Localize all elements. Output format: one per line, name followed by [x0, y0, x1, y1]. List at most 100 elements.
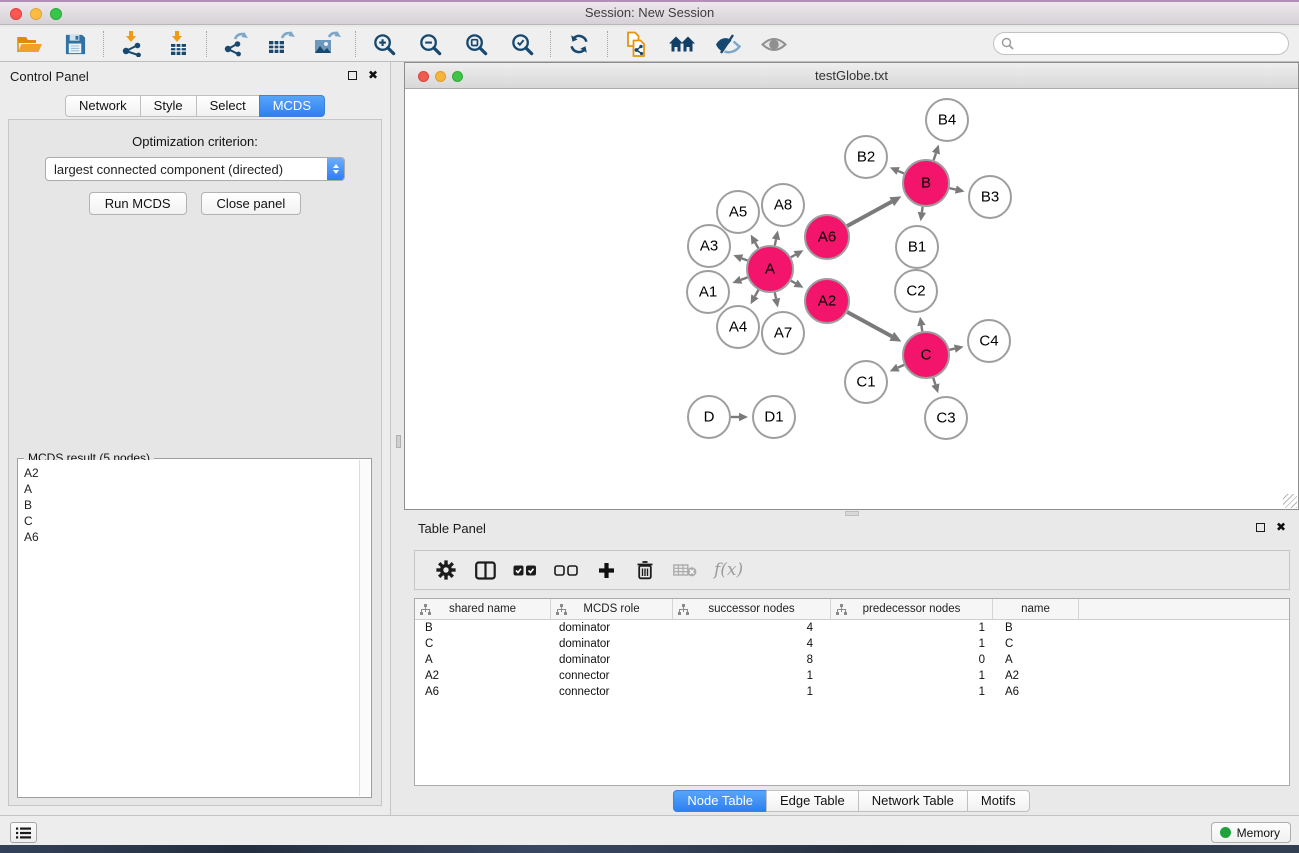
edge-B-B2[interactable] — [898, 171, 904, 174]
edge-C-C1[interactable] — [898, 365, 904, 368]
run-mcds-button[interactable]: Run MCDS — [89, 192, 187, 215]
table-cell[interactable]: connector — [551, 668, 673, 684]
edge-B-B4[interactable] — [934, 153, 936, 160]
vertical-splitter-handle[interactable] — [396, 435, 401, 448]
edge-A-A3[interactable] — [742, 258, 748, 260]
import-network-from-file-icon[interactable] — [117, 30, 147, 58]
table-cell[interactable]: 1 — [831, 684, 993, 700]
settings-icon[interactable] — [435, 557, 457, 583]
table-cell[interactable]: 1 — [831, 668, 993, 684]
zoom-window-button[interactable] — [50, 8, 62, 20]
tab-mcds[interactable]: MCDS — [259, 95, 325, 117]
table-row[interactable]: A2connector11A2 — [415, 668, 1289, 684]
table-row[interactable]: Cdominator41C — [415, 636, 1289, 652]
close-window-button[interactable] — [10, 8, 22, 20]
select-all-icon[interactable] — [513, 557, 537, 583]
table-cell[interactable]: 8 — [673, 652, 831, 668]
table-cell[interactable]: A — [993, 652, 1079, 668]
tab-node-table[interactable]: Node Table — [673, 790, 767, 812]
table-cell[interactable]: A2 — [993, 668, 1079, 684]
table-cell[interactable]: 1 — [673, 668, 831, 684]
edge-A-A1[interactable] — [741, 277, 748, 279]
table-cell[interactable]: A6 — [415, 684, 551, 700]
home-icon[interactable] — [667, 30, 697, 58]
edge-A-A8[interactable] — [775, 239, 776, 245]
tab-network-table[interactable]: Network Table — [858, 790, 968, 812]
table-cell[interactable]: A — [415, 652, 551, 668]
zoom-out-icon[interactable] — [415, 30, 445, 58]
float-table-panel-icon[interactable] — [1256, 523, 1265, 532]
edge-C-C2[interactable] — [921, 326, 922, 332]
table-cell[interactable]: A6 — [993, 684, 1079, 700]
tab-style[interactable]: Style — [140, 95, 197, 117]
table-row[interactable]: Bdominator41B — [415, 620, 1289, 636]
table-cell[interactable]: B — [415, 620, 551, 636]
close-table-panel-icon[interactable]: ✖ — [1276, 522, 1286, 532]
table-cell[interactable]: 4 — [673, 636, 831, 652]
minimize-view-button[interactable] — [435, 71, 446, 82]
column-header-predecessor-nodes[interactable]: predecessor nodes — [831, 599, 993, 619]
edge-A-A7[interactable] — [775, 293, 776, 299]
network-canvas[interactable]: AA1A2A3A4A5A6A7A8BB1B2B3B4CC1C2C3C4DD1 — [405, 89, 1298, 509]
result-list-item[interactable]: A — [24, 481, 358, 497]
edge-A6-B[interactable] — [847, 202, 892, 226]
export-network-icon[interactable] — [220, 30, 250, 58]
deselect-all-icon[interactable] — [554, 557, 578, 583]
close-view-button[interactable] — [418, 71, 429, 82]
table-row[interactable]: Adominator80A — [415, 652, 1289, 668]
show-panels-list-button[interactable] — [10, 822, 37, 843]
edge-A-A6[interactable] — [791, 255, 796, 258]
table-cell[interactable]: 1 — [831, 636, 993, 652]
save-session-icon[interactable] — [60, 30, 90, 58]
result-list-item[interactable]: B — [24, 497, 358, 513]
network-window-titlebar[interactable]: testGlobe.txt — [405, 63, 1298, 89]
table-cell[interactable]: C — [415, 636, 551, 652]
table-cell[interactable]: 0 — [831, 652, 993, 668]
minimize-window-button[interactable] — [30, 8, 42, 20]
edge-A-A4[interactable] — [755, 290, 758, 296]
column-header-name[interactable]: name — [993, 599, 1079, 619]
tab-network[interactable]: Network — [65, 95, 141, 117]
memory-button[interactable]: Memory — [1211, 822, 1291, 843]
search-box[interactable] — [993, 32, 1289, 55]
edge-A2-C[interactable] — [847, 312, 892, 336]
export-image-icon[interactable] — [312, 30, 342, 58]
close-panel-icon[interactable]: ✖ — [368, 70, 378, 80]
import-table-from-file-icon[interactable] — [163, 30, 193, 58]
result-list-item[interactable]: A6 — [24, 529, 358, 545]
hide-graphics-details-icon[interactable] — [713, 30, 743, 58]
table-cell[interactable]: 1 — [831, 620, 993, 636]
criterion-dropdown[interactable]: largest connected component (directed) — [45, 157, 345, 181]
resize-grip[interactable] — [1283, 494, 1297, 508]
edge-C-C3[interactable] — [933, 378, 935, 385]
tab-motifs[interactable]: Motifs — [967, 790, 1030, 812]
edge-A-A5[interactable] — [755, 243, 758, 249]
maximize-view-button[interactable] — [452, 71, 463, 82]
tab-select[interactable]: Select — [196, 95, 260, 117]
table-cell[interactable]: dominator — [551, 636, 673, 652]
columns-icon[interactable] — [474, 557, 496, 583]
result-scrollbar[interactable] — [359, 460, 370, 796]
table-cell[interactable]: A2 — [415, 668, 551, 684]
column-header-shared-name[interactable]: shared name — [415, 599, 551, 619]
edge-A-A2[interactable] — [791, 281, 796, 284]
table-cell[interactable]: C — [993, 636, 1079, 652]
table-cell[interactable]: dominator — [551, 652, 673, 668]
search-input[interactable] — [1014, 37, 1288, 51]
new-session-from-network-icon[interactable] — [621, 30, 651, 58]
edge-B-B3[interactable] — [949, 188, 955, 189]
delete-columns-icon[interactable] — [634, 557, 656, 583]
create-column-icon[interactable] — [595, 557, 617, 583]
open-session-icon[interactable] — [14, 30, 44, 58]
result-list-item[interactable]: A2 — [24, 465, 358, 481]
refresh-icon[interactable] — [564, 30, 594, 58]
edge-C-C4[interactable] — [949, 349, 954, 350]
zoom-selected-icon[interactable] — [507, 30, 537, 58]
export-table-icon[interactable] — [266, 30, 296, 58]
result-list-item[interactable]: C — [24, 513, 358, 529]
close-panel-button[interactable]: Close panel — [201, 192, 302, 215]
table-cell[interactable]: dominator — [551, 620, 673, 636]
table-cell[interactable]: 1 — [673, 684, 831, 700]
float-panel-icon[interactable] — [348, 71, 357, 80]
zoom-in-icon[interactable] — [369, 30, 399, 58]
